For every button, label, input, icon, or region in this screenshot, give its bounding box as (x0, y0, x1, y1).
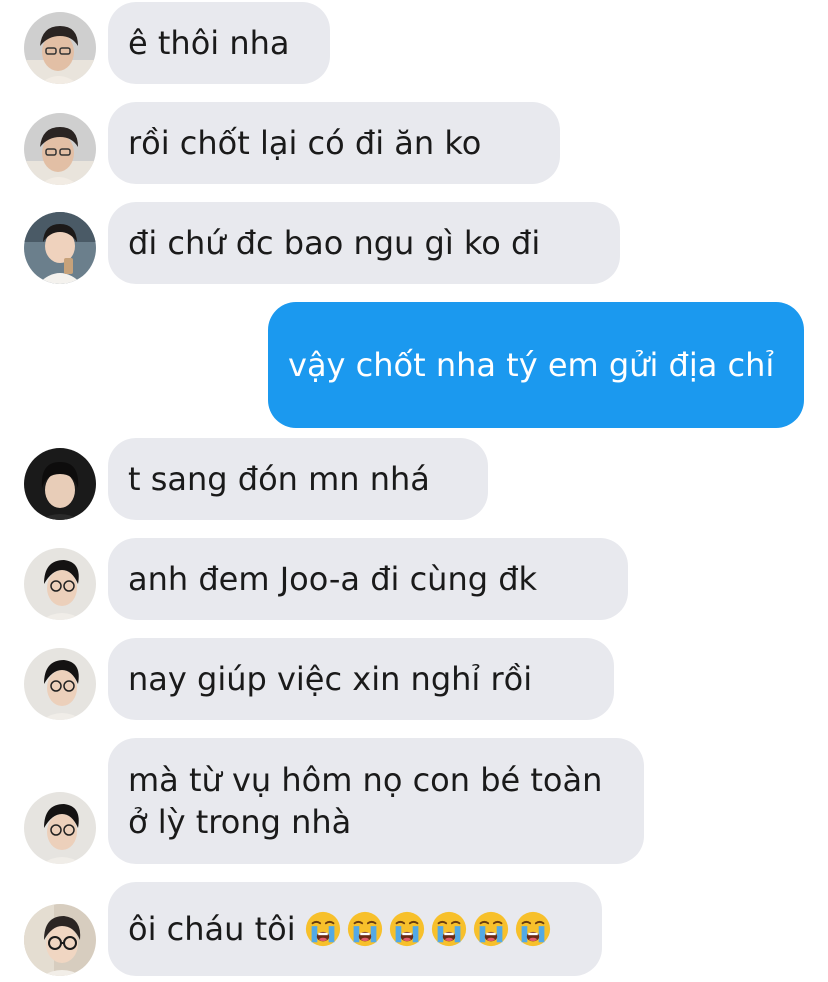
emoji-row (304, 910, 552, 948)
loudly-crying-face-icon (389, 911, 424, 947)
avatar-boy-drink[interactable] (24, 212, 96, 284)
avatar-glasses-man[interactable] (24, 548, 96, 620)
message-text: ê thôi nha (128, 24, 290, 62)
message-text: mà từ vụ hôm nọ con bé toàn ở lỳ trong n… (128, 761, 603, 841)
loudly-crying-face-icon (305, 911, 340, 947)
avatar-glasses-man[interactable] (24, 648, 96, 720)
message-bubble[interactable]: rồi chốt lại có đi ăn ko (108, 102, 560, 184)
loudly-crying-face-icon (515, 911, 550, 947)
message-bubble[interactable]: nay giúp việc xin nghỉ rồi (108, 638, 614, 720)
loudly-crying-face-icon (347, 911, 382, 947)
loudly-crying-face-icon (473, 911, 508, 947)
message-bubble[interactable]: đi chứ đc bao ngu gì ko đi (108, 202, 620, 284)
loudly-crying-face-icon (431, 911, 466, 947)
message-text: ôi cháu tôi (128, 910, 296, 948)
avatar-glasses-boy[interactable] (24, 113, 96, 185)
message-bubble[interactable]: mà từ vụ hôm nọ con bé toàn ở lỳ trong n… (108, 738, 644, 864)
message-text: anh đem Joo-a đi cùng đk (128, 560, 538, 598)
avatar-round-glasses-boy[interactable] (24, 904, 96, 976)
message-text: vậy chốt nha tý em gửi địa chỉ (288, 346, 775, 384)
avatar-dark-hair-boy[interactable] (24, 448, 96, 520)
message-text: t sang đón mn nhá (128, 460, 430, 498)
message-text: nay giúp việc xin nghỉ rồi (128, 660, 533, 698)
avatar-glasses-boy[interactable] (24, 12, 96, 84)
message-bubble[interactable]: t sang đón mn nhá (108, 438, 488, 520)
message-bubble[interactable]: ôi cháu tôi (108, 882, 602, 976)
message-text: đi chứ đc bao ngu gì ko đi (128, 224, 541, 262)
message-bubble[interactable]: ê thôi nha (108, 2, 330, 84)
message-text: rồi chốt lại có đi ăn ko (128, 124, 482, 162)
avatar-glasses-man[interactable] (24, 792, 96, 864)
outgoing-message-bubble[interactable]: vậy chốt nha tý em gửi địa chỉ (268, 302, 804, 428)
message-bubble[interactable]: anh đem Joo-a đi cùng đk (108, 538, 628, 620)
